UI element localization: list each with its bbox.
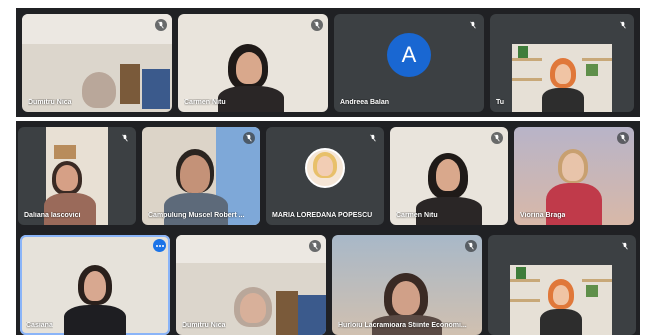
participant-tile-active[interactable]: Casiana bbox=[20, 235, 170, 335]
mic-off-icon bbox=[617, 132, 629, 144]
main-video-grid: Daliana Iascovici Campulung Muscel Rober… bbox=[16, 121, 640, 335]
participant-tile[interactable]: Carmen Nitu bbox=[178, 14, 328, 112]
participant-tile[interactable]: Campulung Muscel Robert ... bbox=[142, 127, 260, 225]
mic-off-icon bbox=[309, 240, 321, 252]
participant-tile[interactable]: Dumitru Nica bbox=[176, 235, 326, 335]
mic-off-icon bbox=[465, 240, 477, 252]
participant-name: Andreea Balan bbox=[340, 99, 390, 106]
mic-off-icon bbox=[619, 240, 631, 252]
participant-tile[interactable]: Dumitru Nica bbox=[22, 14, 172, 112]
avatar: A bbox=[387, 33, 431, 78]
top-video-strip: Dumitru Nica Carmen Nitu A Andreea Balan… bbox=[16, 8, 640, 117]
mic-off-icon bbox=[367, 132, 379, 144]
participant-tile-self[interactable] bbox=[488, 235, 636, 335]
mic-off-icon bbox=[243, 132, 255, 144]
mic-off-icon bbox=[155, 19, 167, 31]
more-options-icon[interactable] bbox=[153, 239, 166, 252]
participant-name: MARIA LOREDANA POPESCU bbox=[272, 212, 373, 219]
participant-tile[interactable]: Hurloiu Lacramioara Stiinte Economi... bbox=[332, 235, 482, 335]
participant-name: Tu bbox=[496, 99, 505, 106]
participant-tile[interactable]: MARIA LOREDANA POPESCU bbox=[266, 127, 384, 225]
participant-name: Campulung Muscel Robert ... bbox=[148, 212, 245, 219]
participant-tile[interactable]: Carmen Nitu bbox=[390, 127, 508, 225]
participant-tile[interactable]: Daliana Iascovici bbox=[18, 127, 136, 225]
mic-off-icon bbox=[467, 19, 479, 31]
participant-name: Carmen Nitu bbox=[184, 99, 226, 106]
mic-off-icon bbox=[617, 19, 629, 31]
participant-tile[interactable]: A Andreea Balan bbox=[334, 14, 484, 112]
participant-tile[interactable]: Viorina Braga bbox=[514, 127, 634, 225]
mic-off-icon bbox=[119, 132, 131, 144]
participant-name: Casiana bbox=[26, 322, 53, 329]
participant-name: Hurloiu Lacramioara Stiinte Economi... bbox=[338, 322, 467, 329]
mic-off-icon bbox=[491, 132, 503, 144]
participant-tile-self[interactable]: Tu bbox=[490, 14, 634, 112]
mic-off-icon bbox=[311, 19, 323, 31]
participant-name: Dumitru Nica bbox=[28, 99, 72, 106]
participant-name: Viorina Braga bbox=[520, 212, 566, 219]
participant-name: Carmen Nitu bbox=[396, 212, 438, 219]
participant-name: Daliana Iascovici bbox=[24, 212, 81, 219]
participant-name: Dumitru Nica bbox=[182, 322, 226, 329]
avatar bbox=[305, 148, 345, 189]
